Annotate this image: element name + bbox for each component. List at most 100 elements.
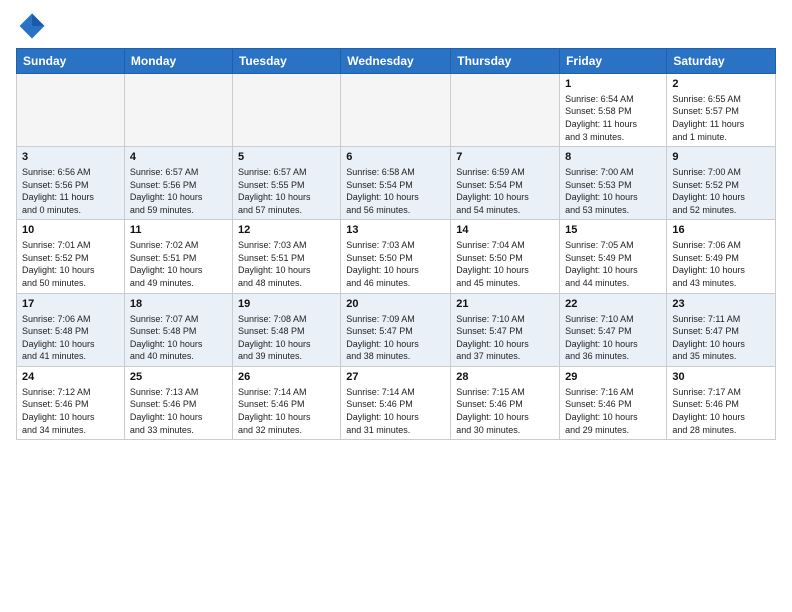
calendar-cell: 18Sunrise: 7:07 AM Sunset: 5:48 PM Dayli… bbox=[124, 293, 232, 366]
calendar-table: SundayMondayTuesdayWednesdayThursdayFrid… bbox=[16, 48, 776, 440]
calendar-cell: 6Sunrise: 6:58 AM Sunset: 5:54 PM Daylig… bbox=[341, 147, 451, 220]
day-number: 1 bbox=[565, 77, 661, 92]
calendar-cell: 14Sunrise: 7:04 AM Sunset: 5:50 PM Dayli… bbox=[451, 220, 560, 293]
day-info: Sunrise: 7:15 AM Sunset: 5:46 PM Dayligh… bbox=[456, 386, 554, 436]
day-number: 21 bbox=[456, 297, 554, 312]
day-number: 11 bbox=[130, 223, 227, 238]
day-info: Sunrise: 7:07 AM Sunset: 5:48 PM Dayligh… bbox=[130, 313, 227, 363]
day-info: Sunrise: 6:58 AM Sunset: 5:54 PM Dayligh… bbox=[346, 166, 445, 216]
day-info: Sunrise: 6:57 AM Sunset: 5:55 PM Dayligh… bbox=[238, 166, 335, 216]
day-number: 24 bbox=[22, 370, 119, 385]
day-info: Sunrise: 7:04 AM Sunset: 5:50 PM Dayligh… bbox=[456, 239, 554, 289]
day-info: Sunrise: 7:10 AM Sunset: 5:47 PM Dayligh… bbox=[456, 313, 554, 363]
logo bbox=[16, 10, 52, 42]
calendar-cell: 11Sunrise: 7:02 AM Sunset: 5:51 PM Dayli… bbox=[124, 220, 232, 293]
calendar-cell: 8Sunrise: 7:00 AM Sunset: 5:53 PM Daylig… bbox=[560, 147, 667, 220]
day-info: Sunrise: 7:06 AM Sunset: 5:48 PM Dayligh… bbox=[22, 313, 119, 363]
calendar-cell: 26Sunrise: 7:14 AM Sunset: 5:46 PM Dayli… bbox=[232, 366, 340, 439]
calendar-week-row: 1Sunrise: 6:54 AM Sunset: 5:58 PM Daylig… bbox=[17, 74, 776, 147]
calendar-header-tuesday: Tuesday bbox=[232, 49, 340, 74]
day-info: Sunrise: 7:00 AM Sunset: 5:53 PM Dayligh… bbox=[565, 166, 661, 216]
calendar-header-friday: Friday bbox=[560, 49, 667, 74]
calendar-header-saturday: Saturday bbox=[667, 49, 776, 74]
calendar-cell: 15Sunrise: 7:05 AM Sunset: 5:49 PM Dayli… bbox=[560, 220, 667, 293]
page: SundayMondayTuesdayWednesdayThursdayFrid… bbox=[0, 0, 792, 612]
day-number: 2 bbox=[672, 77, 770, 92]
day-number: 12 bbox=[238, 223, 335, 238]
calendar-cell: 12Sunrise: 7:03 AM Sunset: 5:51 PM Dayli… bbox=[232, 220, 340, 293]
calendar-week-row: 3Sunrise: 6:56 AM Sunset: 5:56 PM Daylig… bbox=[17, 147, 776, 220]
day-info: Sunrise: 6:57 AM Sunset: 5:56 PM Dayligh… bbox=[130, 166, 227, 216]
calendar-cell: 7Sunrise: 6:59 AM Sunset: 5:54 PM Daylig… bbox=[451, 147, 560, 220]
day-info: Sunrise: 7:14 AM Sunset: 5:46 PM Dayligh… bbox=[346, 386, 445, 436]
calendar-cell: 10Sunrise: 7:01 AM Sunset: 5:52 PM Dayli… bbox=[17, 220, 125, 293]
calendar-header-row: SundayMondayTuesdayWednesdayThursdayFrid… bbox=[17, 49, 776, 74]
calendar-cell: 20Sunrise: 7:09 AM Sunset: 5:47 PM Dayli… bbox=[341, 293, 451, 366]
calendar-week-row: 10Sunrise: 7:01 AM Sunset: 5:52 PM Dayli… bbox=[17, 220, 776, 293]
day-info: Sunrise: 7:01 AM Sunset: 5:52 PM Dayligh… bbox=[22, 239, 119, 289]
day-number: 15 bbox=[565, 223, 661, 238]
calendar-cell: 25Sunrise: 7:13 AM Sunset: 5:46 PM Dayli… bbox=[124, 366, 232, 439]
calendar-week-row: 24Sunrise: 7:12 AM Sunset: 5:46 PM Dayli… bbox=[17, 366, 776, 439]
day-info: Sunrise: 7:14 AM Sunset: 5:46 PM Dayligh… bbox=[238, 386, 335, 436]
day-info: Sunrise: 6:54 AM Sunset: 5:58 PM Dayligh… bbox=[565, 93, 661, 143]
calendar-week-row: 17Sunrise: 7:06 AM Sunset: 5:48 PM Dayli… bbox=[17, 293, 776, 366]
calendar-cell bbox=[341, 74, 451, 147]
day-info: Sunrise: 7:11 AM Sunset: 5:47 PM Dayligh… bbox=[672, 313, 770, 363]
calendar-cell bbox=[124, 74, 232, 147]
day-number: 27 bbox=[346, 370, 445, 385]
day-number: 5 bbox=[238, 150, 335, 165]
day-number: 14 bbox=[456, 223, 554, 238]
day-number: 8 bbox=[565, 150, 661, 165]
calendar-cell: 30Sunrise: 7:17 AM Sunset: 5:46 PM Dayli… bbox=[667, 366, 776, 439]
logo-icon bbox=[16, 10, 48, 42]
calendar-cell: 5Sunrise: 6:57 AM Sunset: 5:55 PM Daylig… bbox=[232, 147, 340, 220]
calendar-cell: 27Sunrise: 7:14 AM Sunset: 5:46 PM Dayli… bbox=[341, 366, 451, 439]
calendar-cell: 2Sunrise: 6:55 AM Sunset: 5:57 PM Daylig… bbox=[667, 74, 776, 147]
day-number: 26 bbox=[238, 370, 335, 385]
day-info: Sunrise: 6:56 AM Sunset: 5:56 PM Dayligh… bbox=[22, 166, 119, 216]
day-info: Sunrise: 7:10 AM Sunset: 5:47 PM Dayligh… bbox=[565, 313, 661, 363]
day-number: 18 bbox=[130, 297, 227, 312]
day-info: Sunrise: 7:03 AM Sunset: 5:51 PM Dayligh… bbox=[238, 239, 335, 289]
calendar-cell: 29Sunrise: 7:16 AM Sunset: 5:46 PM Dayli… bbox=[560, 366, 667, 439]
calendar-header-monday: Monday bbox=[124, 49, 232, 74]
day-info: Sunrise: 7:02 AM Sunset: 5:51 PM Dayligh… bbox=[130, 239, 227, 289]
day-info: Sunrise: 7:08 AM Sunset: 5:48 PM Dayligh… bbox=[238, 313, 335, 363]
calendar-cell bbox=[451, 74, 560, 147]
day-info: Sunrise: 7:13 AM Sunset: 5:46 PM Dayligh… bbox=[130, 386, 227, 436]
day-number: 4 bbox=[130, 150, 227, 165]
day-number: 6 bbox=[346, 150, 445, 165]
day-number: 25 bbox=[130, 370, 227, 385]
day-number: 16 bbox=[672, 223, 770, 238]
day-number: 9 bbox=[672, 150, 770, 165]
day-number: 22 bbox=[565, 297, 661, 312]
calendar-header-wednesday: Wednesday bbox=[341, 49, 451, 74]
calendar-cell: 22Sunrise: 7:10 AM Sunset: 5:47 PM Dayli… bbox=[560, 293, 667, 366]
day-info: Sunrise: 6:55 AM Sunset: 5:57 PM Dayligh… bbox=[672, 93, 770, 143]
calendar-cell: 24Sunrise: 7:12 AM Sunset: 5:46 PM Dayli… bbox=[17, 366, 125, 439]
calendar-cell: 3Sunrise: 6:56 AM Sunset: 5:56 PM Daylig… bbox=[17, 147, 125, 220]
day-number: 7 bbox=[456, 150, 554, 165]
day-number: 17 bbox=[22, 297, 119, 312]
day-info: Sunrise: 7:00 AM Sunset: 5:52 PM Dayligh… bbox=[672, 166, 770, 216]
calendar-cell: 17Sunrise: 7:06 AM Sunset: 5:48 PM Dayli… bbox=[17, 293, 125, 366]
day-info: Sunrise: 7:06 AM Sunset: 5:49 PM Dayligh… bbox=[672, 239, 770, 289]
calendar-cell: 4Sunrise: 6:57 AM Sunset: 5:56 PM Daylig… bbox=[124, 147, 232, 220]
day-info: Sunrise: 7:17 AM Sunset: 5:46 PM Dayligh… bbox=[672, 386, 770, 436]
calendar-cell: 28Sunrise: 7:15 AM Sunset: 5:46 PM Dayli… bbox=[451, 366, 560, 439]
calendar-cell: 21Sunrise: 7:10 AM Sunset: 5:47 PM Dayli… bbox=[451, 293, 560, 366]
day-info: Sunrise: 7:16 AM Sunset: 5:46 PM Dayligh… bbox=[565, 386, 661, 436]
calendar-header-sunday: Sunday bbox=[17, 49, 125, 74]
calendar-header-thursday: Thursday bbox=[451, 49, 560, 74]
day-number: 28 bbox=[456, 370, 554, 385]
calendar-cell bbox=[17, 74, 125, 147]
calendar-cell: 16Sunrise: 7:06 AM Sunset: 5:49 PM Dayli… bbox=[667, 220, 776, 293]
day-info: Sunrise: 6:59 AM Sunset: 5:54 PM Dayligh… bbox=[456, 166, 554, 216]
day-number: 23 bbox=[672, 297, 770, 312]
calendar-cell: 23Sunrise: 7:11 AM Sunset: 5:47 PM Dayli… bbox=[667, 293, 776, 366]
calendar-cell: 13Sunrise: 7:03 AM Sunset: 5:50 PM Dayli… bbox=[341, 220, 451, 293]
calendar-cell: 1Sunrise: 6:54 AM Sunset: 5:58 PM Daylig… bbox=[560, 74, 667, 147]
calendar-cell: 19Sunrise: 7:08 AM Sunset: 5:48 PM Dayli… bbox=[232, 293, 340, 366]
day-info: Sunrise: 7:05 AM Sunset: 5:49 PM Dayligh… bbox=[565, 239, 661, 289]
